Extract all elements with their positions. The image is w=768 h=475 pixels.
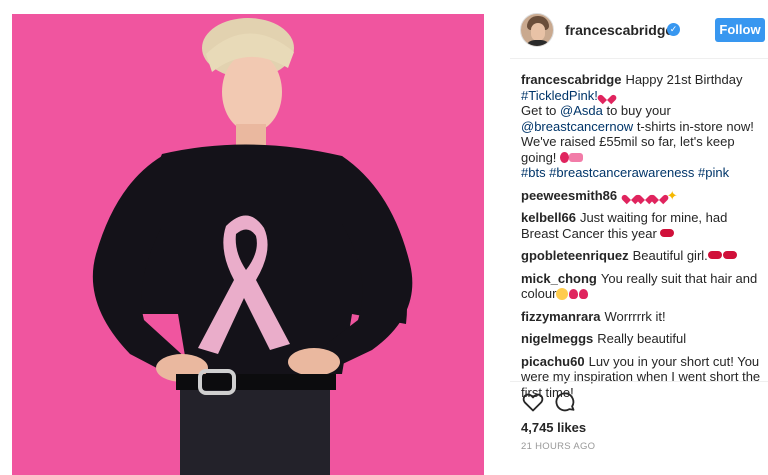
hashtags-link[interactable]: #bts #breastcancerawareness #pink — [521, 165, 729, 180]
avatar[interactable] — [520, 13, 554, 47]
hashtag-link[interactable]: #TickledPink! — [521, 88, 598, 103]
sparkle-emoji: ✦ — [666, 187, 678, 203]
lips-emoji — [722, 251, 737, 259]
caption: francescabridge Happy 21st Birthday #Tick… — [521, 72, 754, 180]
post-photo[interactable] — [12, 14, 484, 475]
verified-badge-icon: ✓ — [667, 23, 680, 36]
caption-username[interactable]: francescabridge — [521, 72, 621, 87]
instagram-post: francescabridge ✓ Follow francescabridge… — [0, 0, 768, 475]
heart-icon[interactable] — [521, 390, 545, 414]
comment-username[interactable]: mick_chong — [521, 271, 597, 286]
header-username[interactable]: francescabridge — [565, 22, 673, 38]
ribbon-emoji — [569, 152, 584, 162]
lips-emoji — [660, 228, 675, 237]
comment-username[interactable]: fizzymanrara — [521, 309, 600, 324]
heart-emoji — [601, 91, 613, 101]
comment-username[interactable]: kelbell66 — [521, 210, 576, 225]
comment: peeweesmith86 ✦ — [521, 188, 766, 204]
lips-emoji — [707, 251, 722, 259]
photo-illustration — [92, 18, 413, 475]
comment-icon[interactable] — [553, 390, 577, 414]
actions-divider — [510, 381, 768, 382]
blush-emoji — [556, 288, 569, 300]
comment: mick_chong You really suit that hair and … — [521, 270, 758, 302]
rose-emoji — [579, 289, 589, 299]
balloon-emoji — [560, 151, 570, 163]
mention-link[interactable]: @breastcancernow — [521, 119, 633, 134]
comment: nigelmeggs Really beautiful — [521, 331, 687, 346]
comment: kelbell66 Just waiting for mine, had Brea… — [521, 210, 728, 241]
comment: gpobleteenriquez Beautiful girl. — [521, 248, 766, 264]
heart-emoji — [653, 191, 665, 201]
comment-username[interactable]: picachu60 — [521, 354, 585, 369]
comments-list: francescabridge Happy 21st Birthday #Tick… — [521, 72, 766, 407]
follow-button[interactable]: Follow — [715, 18, 765, 42]
rose-emoji — [569, 289, 579, 299]
comment: fizzymanrara Worrrrrk it! — [521, 308, 666, 324]
header-divider — [510, 58, 768, 59]
post-timestamp[interactable]: 21 HOURS AGO — [521, 441, 595, 452]
post-header: francescabridge ✓ Follow — [510, 10, 768, 50]
comment-username[interactable]: gpobleteenriquez — [521, 248, 629, 263]
likes-count[interactable]: 4,745 likes — [521, 420, 586, 435]
post-sidebar: francescabridge ✓ Follow francescabridge… — [510, 0, 768, 475]
comment-username[interactable]: nigelmeggs — [521, 331, 593, 346]
mention-link[interactable]: @Asda — [560, 103, 603, 118]
comment-username[interactable]: peeweesmith86 — [521, 188, 617, 203]
